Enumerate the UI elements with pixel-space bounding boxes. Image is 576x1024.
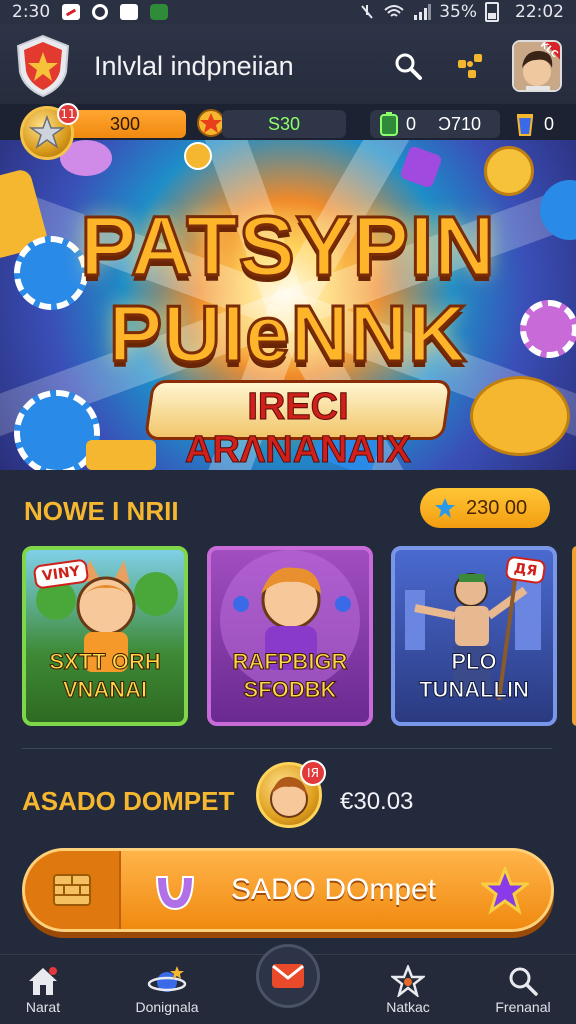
wallet-label: ASADO DOMPET: [22, 786, 235, 816]
wifi-icon: [384, 5, 404, 17]
wallet-coin-badge: IЯ: [300, 760, 326, 786]
nav-item-planet[interactable]: Donignala: [112, 963, 222, 1015]
cta-label: SADO DOmpet: [231, 873, 437, 906]
mute-icon: [361, 5, 373, 19]
score-value: 230 00: [466, 496, 528, 519]
battery-gem-icon: [380, 112, 398, 136]
hero-title-line2: PUIeNNK: [107, 288, 468, 380]
nav-label: Donignala: [135, 999, 199, 1015]
magnet-icon: [155, 876, 195, 911]
nav-label: Natkac: [386, 999, 430, 1015]
puzzle-icon: [458, 54, 482, 78]
game-card[interactable]: RAFPBIGR SFODBK: [207, 546, 373, 726]
divider: [22, 748, 552, 749]
planet-icon: [147, 966, 187, 992]
search-icon: [395, 53, 422, 80]
puzzle-button[interactable]: [450, 46, 490, 86]
potion-value: 0: [544, 113, 555, 134]
status-bar: 2:30 35% 22:02: [0, 0, 576, 24]
game-notification-icon: [150, 4, 169, 20]
sync-icon: [92, 4, 109, 20]
coins-value: 300: [109, 113, 141, 134]
potion-icon: [516, 114, 534, 136]
shield-star-icon[interactable]: [14, 34, 72, 98]
section-title: NOWE I NRII: [24, 496, 179, 526]
gold-bar-decoration: [86, 440, 156, 470]
level-coin[interactable]: 11: [20, 103, 79, 160]
mail-icon: [272, 964, 304, 988]
notification-icon: [62, 4, 81, 20]
hero-subtitle: IRECI ARΛNANAIX: [185, 386, 412, 471]
coins-counter[interactable]: 300: [64, 110, 186, 138]
nav-label: Narat: [25, 999, 61, 1015]
nav-item-mail[interactable]: [256, 944, 320, 1008]
energy-left-value: 0: [406, 113, 417, 134]
nav-item-home[interactable]: Narat: [0, 963, 98, 1015]
game-card-partial[interactable]: [572, 546, 576, 726]
status-clock: 22:02: [515, 2, 564, 22]
app-header: Inlvlal indpneiian KLC: [0, 24, 576, 108]
nav-label: Frenanal: [495, 999, 551, 1015]
coin-decoration: [484, 146, 534, 196]
cube-decoration: [399, 145, 443, 189]
status-time: 2:30: [12, 2, 51, 22]
card-title: RAFPBIGR SFODBK: [232, 649, 348, 703]
potion-counter[interactable]: 0: [512, 110, 562, 138]
star-gem-icon: [435, 498, 455, 518]
battery-icon: [485, 2, 499, 22]
search-icon: [509, 967, 538, 996]
star-icon: [391, 965, 425, 997]
nav-item-search[interactable]: Frenanal: [468, 963, 576, 1015]
energy-counter[interactable]: 0 Ɔ710: [370, 110, 500, 138]
card-title: SXTT ORH VNANAI: [49, 649, 161, 703]
avatar[interactable]: KLC: [512, 40, 562, 92]
signal-icon: [414, 4, 432, 20]
gallery-icon: [120, 4, 139, 20]
app-title: Inlvlal indpneiian: [94, 50, 294, 81]
wallet-cta-button[interactable]: SADO DOmpet: [22, 848, 554, 932]
brick-icon: [25, 851, 121, 929]
score-pill[interactable]: 230 00: [420, 488, 550, 528]
currency-bar: 300 S30 0 Ɔ710 0: [0, 104, 576, 142]
home-icon: [29, 967, 57, 995]
hero-title-line1: PATSYPIN: [79, 198, 497, 295]
level-badge: 11: [57, 103, 79, 125]
card-title: PLO TUNALLIN: [419, 649, 530, 703]
coin-decoration: [184, 142, 212, 170]
search-button[interactable]: [388, 46, 428, 86]
coin-decoration: [470, 376, 570, 456]
purple-star-icon: [481, 867, 529, 915]
gems-counter[interactable]: S30: [222, 110, 346, 138]
energy-right-value: Ɔ710: [438, 113, 482, 134]
game-card[interactable]: VINY SXTT ORH VNANAI: [22, 546, 188, 726]
nav-item-star[interactable]: Natkac: [353, 963, 463, 1015]
battery-percent: 35%: [439, 2, 477, 22]
gems-value: S30: [267, 113, 301, 134]
hero-banner[interactable]: PATSYPIN PUIeNNK IRECI ARΛNANAIX: [0, 140, 576, 470]
game-card[interactable]: ДЯ PLO TUNALLIN: [391, 546, 557, 726]
wallet-amount: €30.03: [340, 788, 414, 815]
